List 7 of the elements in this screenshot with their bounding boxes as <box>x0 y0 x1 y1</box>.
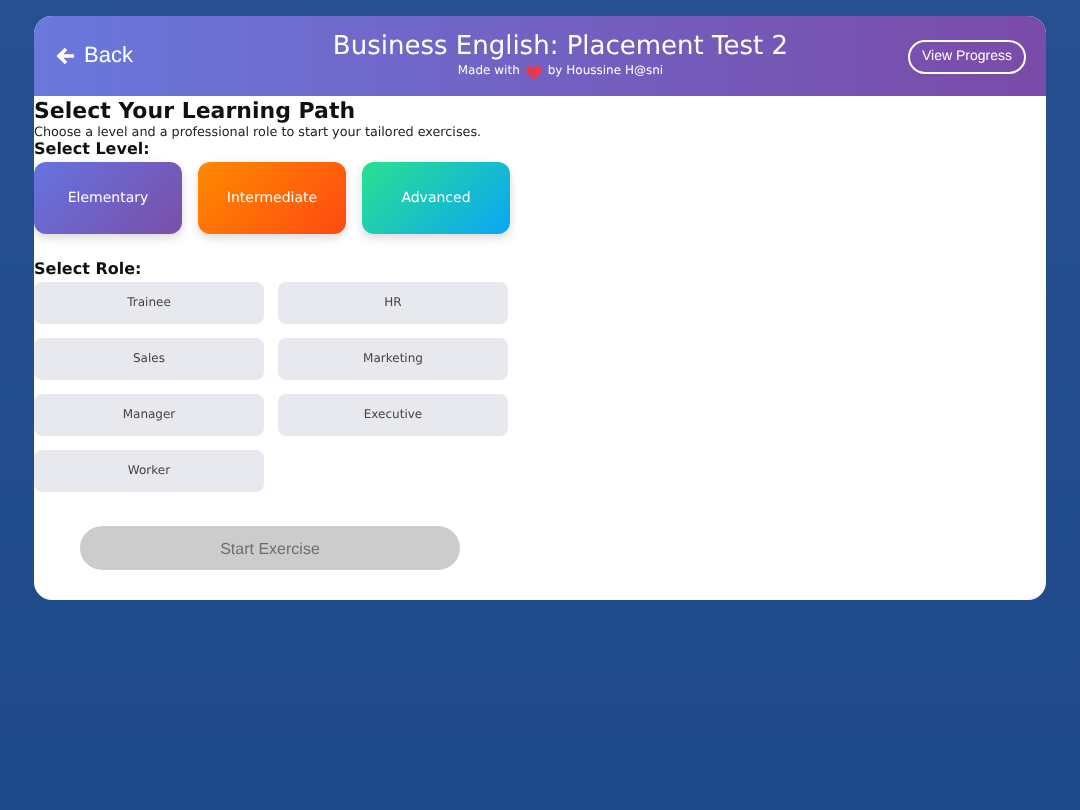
page-title: Business English: Placement Test 2 <box>332 32 789 64</box>
role-label: Select Role: <box>34 260 144 278</box>
level-label: Select Level: <box>34 140 152 158</box>
heart-icon <box>525 65 542 79</box>
section-heading: Select Your Learning Path <box>34 98 358 124</box>
arrow-left-icon <box>56 46 76 66</box>
back-button[interactable]: Back <box>56 44 133 68</box>
